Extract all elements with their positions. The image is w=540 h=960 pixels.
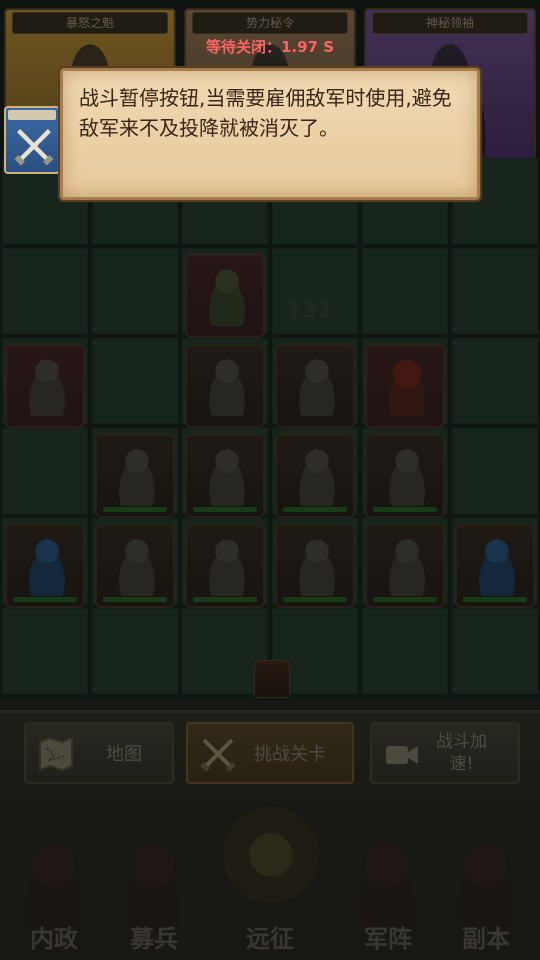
battle-pause-button[interactable] — [4, 106, 60, 174]
crossed-swords-icon — [14, 129, 54, 166]
close-timer: 等待关闭：1.97 S — [205, 38, 335, 56]
tutorial-tooltip: 战斗暂停按钮,当需要雇佣敌军时使用,避免敌军来不及投降就被消灭了。 — [60, 68, 480, 200]
tooltip-text: 战斗暂停按钮,当需要雇佣敌军时使用,避免敌军来不及投降就被消灭了。 — [79, 86, 452, 140]
